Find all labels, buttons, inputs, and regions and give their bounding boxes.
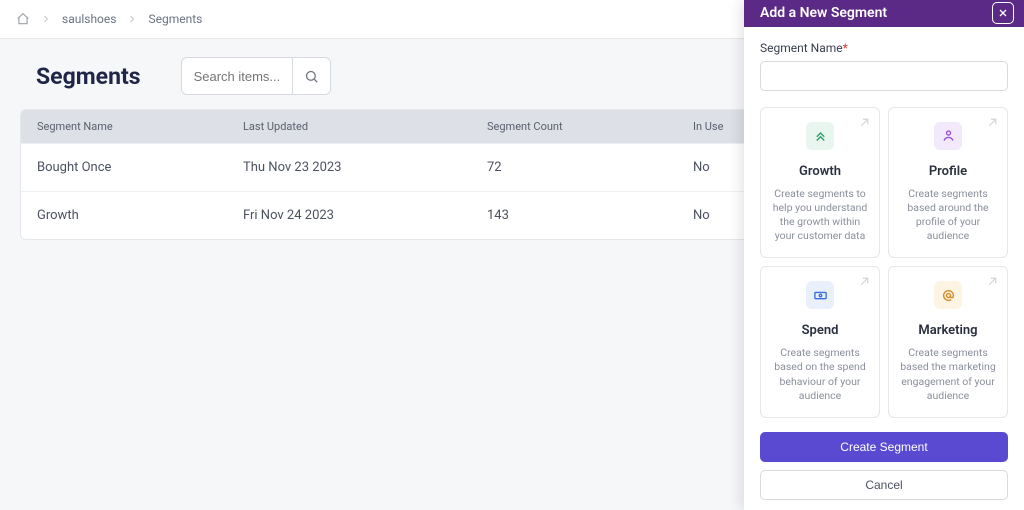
- col-header-count: Segment Count: [487, 120, 693, 133]
- add-segment-drawer: Add a New Segment Segment Name* Growth C…: [744, 0, 1024, 510]
- col-header-name: Segment Name: [37, 120, 243, 133]
- close-icon: [997, 7, 1009, 19]
- search-button[interactable]: [292, 58, 330, 94]
- drawer-title: Add a New Segment: [760, 5, 887, 21]
- card-desc: Create segments based around the profile…: [897, 187, 999, 244]
- home-icon[interactable]: [16, 12, 30, 26]
- search-icon: [304, 69, 319, 84]
- cell-count: 143: [487, 208, 693, 223]
- segment-type-cards: Growth Create segments to help you under…: [760, 107, 1008, 418]
- cell-updated: Fri Nov 24 2023: [243, 208, 487, 223]
- card-marketing[interactable]: Marketing Create segments based the mark…: [888, 266, 1008, 418]
- chevron-right-icon: [36, 9, 56, 29]
- cell-count: 72: [487, 160, 693, 175]
- arrow-icon: [858, 275, 871, 288]
- required-asterisk: *: [843, 41, 848, 55]
- user-icon: [934, 122, 962, 150]
- arrow-icon: [986, 116, 999, 129]
- close-button[interactable]: [992, 2, 1014, 24]
- chevrons-up-icon: [806, 122, 834, 150]
- breadcrumb-org[interactable]: saulshoes: [62, 12, 116, 26]
- create-segment-button[interactable]: Create Segment: [760, 432, 1008, 462]
- chevron-right-icon: [122, 9, 142, 29]
- card-desc: Create segments based the marketing enga…: [897, 346, 999, 403]
- at-icon: [934, 281, 962, 309]
- card-growth[interactable]: Growth Create segments to help you under…: [760, 107, 880, 259]
- drawer-header: Add a New Segment: [744, 0, 1024, 27]
- page-title: Segments: [36, 63, 141, 90]
- card-profile[interactable]: Profile Create segments based around the…: [888, 107, 1008, 259]
- col-header-inuse: In Use: [693, 120, 743, 133]
- arrow-icon: [986, 275, 999, 288]
- card-desc: Create segments to help you understand t…: [769, 187, 871, 244]
- segment-name-input[interactable]: [760, 61, 1008, 91]
- card-title: Marketing: [897, 323, 999, 338]
- cell-name: Growth: [37, 208, 243, 223]
- segment-name-label: Segment Name*: [760, 41, 1008, 55]
- cell-inuse: No: [693, 208, 743, 223]
- cell-name: Bought Once: [37, 160, 243, 175]
- card-title: Growth: [769, 164, 871, 179]
- cash-icon: [806, 281, 834, 309]
- cell-updated: Thu Nov 23 2023: [243, 160, 487, 175]
- search-box: [181, 57, 331, 95]
- card-title: Profile: [897, 164, 999, 179]
- card-desc: Create segments based on the spend behav…: [769, 346, 871, 403]
- card-spend[interactable]: Spend Create segments based on the spend…: [760, 266, 880, 418]
- card-title: Spend: [769, 323, 871, 338]
- search-input[interactable]: [182, 69, 292, 84]
- breadcrumb-page[interactable]: Segments: [148, 12, 202, 26]
- cancel-button[interactable]: Cancel: [760, 470, 1008, 500]
- col-header-updated: Last Updated: [243, 120, 487, 133]
- cell-inuse: No: [693, 160, 743, 175]
- arrow-icon: [858, 116, 871, 129]
